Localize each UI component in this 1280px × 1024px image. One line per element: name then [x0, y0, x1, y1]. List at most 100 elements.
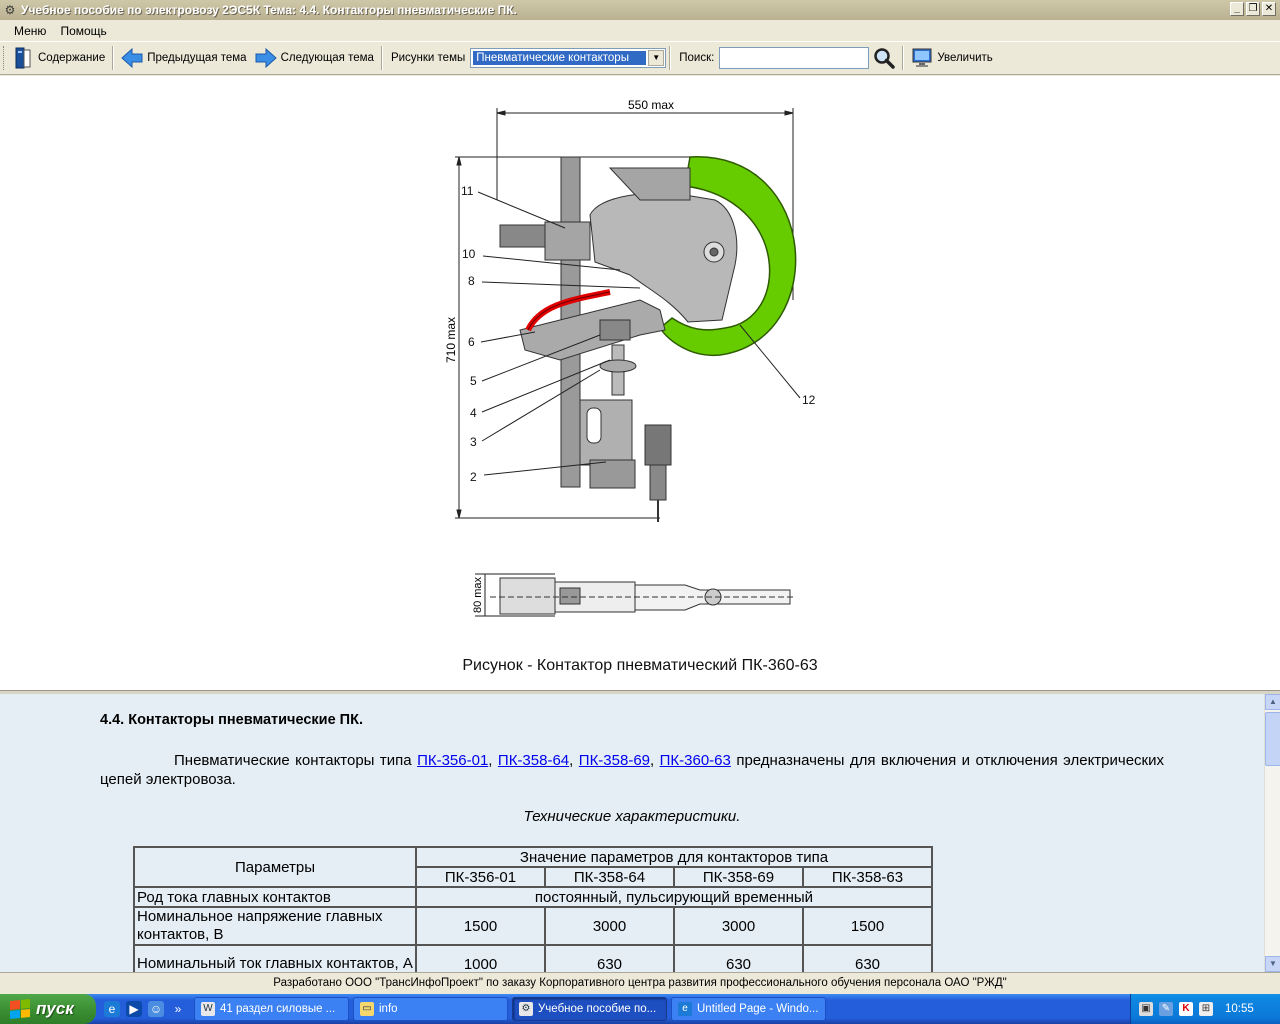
arrow-left-icon [121, 48, 143, 68]
search-button[interactable] [869, 45, 899, 71]
contactor-drawing: 550 max 710 max 11 10 8 6 5 4 3 2 12 80 … [444, 98, 816, 617]
section-title: 4.4. Контакторы пневматические ПК. [100, 712, 363, 728]
intro-paragraph: Пневматические контакторы типа ПК-356-01… [100, 752, 1165, 788]
menu-item-menu[interactable]: Меню [7, 24, 53, 38]
task-label: 41 раздел силовые ... [220, 1003, 336, 1015]
link-pk-356-01[interactable]: ПК-356-01 [417, 752, 488, 769]
window-title: Учебное пособие по электровозу 2ЭС5К Тем… [21, 3, 517, 17]
toolbar-separator [112, 46, 115, 70]
dim-width-label: 550 max [628, 98, 674, 112]
value-cell: 630 [673, 944, 804, 972]
table-row: Параметры Значение параметров для контак… [133, 846, 933, 888]
param-cell: Номинальный ток главных контактов, А [133, 944, 417, 972]
contents-button[interactable]: Содержание [10, 45, 109, 71]
task-browser[interactable]: e Untitled Page - Windo... [671, 997, 826, 1021]
figure-pane: 550 max 710 max 11 10 8 6 5 4 3 2 12 80 … [0, 76, 1280, 692]
next-topic-button[interactable]: Следующая тема [251, 45, 378, 71]
contents-label: Содержание [38, 52, 106, 64]
value-cell: постоянный, пульсирующий временный [415, 886, 933, 908]
text-pane: 4.4. Контакторы пневматические ПК. Пневм… [0, 694, 1280, 972]
task-word[interactable]: W 41 раздел силовые ... [194, 997, 349, 1021]
connection-icon[interactable]: ⊞ [1199, 1002, 1213, 1016]
value-cell: 3000 [673, 906, 804, 946]
chevron-down-icon[interactable]: ▼ [648, 50, 665, 66]
col-header: ПК-358-63 [802, 866, 933, 888]
callout-11: 11 [461, 184, 474, 198]
ie-icon: e [678, 1002, 692, 1016]
prev-topic-label: Предыдущая тема [147, 52, 247, 64]
col-header: ПК-356-01 [415, 866, 546, 888]
scroll-down-button[interactable]: ▼ [1265, 956, 1280, 972]
dim-height-label: 710 max [444, 317, 458, 363]
media-player-icon[interactable]: ▶ [126, 1001, 142, 1017]
zoom-label: Увеличить [937, 52, 993, 64]
folder-icon: ▭ [360, 1002, 374, 1016]
callout-10: 10 [462, 247, 476, 261]
menu-bar: Меню Помощь [0, 20, 1280, 41]
monitor-icon [912, 48, 932, 67]
param-cell: Род тока главных контактов [133, 886, 417, 908]
search-label: Поиск: [679, 52, 715, 64]
start-label: пуск [36, 999, 74, 1018]
toolbar-separator [380, 46, 383, 70]
taskbar: пуск e ▶ ☺ » W 41 раздел силовые ... ▭ i… [0, 994, 1280, 1024]
search-icon [874, 48, 896, 69]
link-pk-358-64[interactable]: ПК-358-64 [498, 752, 569, 769]
title-bar: ⚙ Учебное пособие по электровозу 2ЭС5К Т… [0, 0, 1280, 20]
task-textbook[interactable]: ⚙ Учебное пособие по... [512, 997, 667, 1021]
dim-depth-label: 80 max [472, 576, 484, 613]
task-folder[interactable]: ▭ info [353, 997, 508, 1021]
scroll-thumb[interactable] [1265, 712, 1280, 766]
plan-view [475, 573, 795, 617]
figures-selected-value: Пневматические контакторы [473, 51, 647, 65]
next-topic-label: Следующая тема [280, 52, 374, 64]
vertical-scrollbar[interactable]: ▲ ▼ [1264, 694, 1280, 972]
tech-specs-title: Технические характеристики. [523, 808, 741, 825]
callout-5: 5 [470, 374, 477, 388]
value-cell: 1500 [415, 906, 546, 946]
task-label: Учебное пособие по... [538, 1003, 657, 1015]
minimize-button[interactable]: _ [1230, 2, 1244, 16]
toolbar-grip[interactable] [3, 46, 6, 70]
callout-2: 2 [470, 470, 477, 484]
param-header: Параметры [133, 846, 417, 888]
toolbar: Содержание Предыдущая тема Следующая тем… [0, 41, 1280, 75]
maximize-button[interactable]: ❐ [1246, 2, 1260, 16]
arrow-right-icon [255, 48, 277, 68]
figures-select[interactable]: Пневматические контакторы ▼ [470, 48, 667, 68]
network-icon[interactable]: ▣ [1139, 1002, 1153, 1016]
table-row: Род тока главных контактов постоянный, п… [133, 886, 933, 908]
scroll-up-button[interactable]: ▲ [1265, 694, 1280, 710]
figures-label: Рисунки темы [390, 52, 466, 64]
start-button[interactable]: пуск [0, 994, 96, 1024]
callout-3: 3 [470, 435, 477, 449]
intro-text-before: Пневматические контакторы типа [174, 752, 418, 769]
link-pk-358-69[interactable]: ПК-358-69 [579, 752, 650, 769]
table-row: Номинальное напряжение главных контактов… [133, 906, 933, 946]
value-cell: 630 [544, 944, 675, 972]
word-icon: W [201, 1002, 215, 1016]
callout-4: 4 [470, 406, 477, 420]
book-icon [15, 47, 31, 69]
close-button[interactable]: ✕ [1262, 2, 1276, 16]
task-label: info [379, 1003, 398, 1015]
prev-topic-button[interactable]: Предыдущая тема [117, 45, 250, 71]
figure-caption: Рисунок - Контактор пневматический ПК-36… [462, 657, 818, 674]
system-tray: ▣ ✎ K ⊞ 10:55 [1130, 994, 1280, 1024]
value-cell: 1000 [415, 944, 546, 972]
antivirus-icon[interactable]: K [1179, 1002, 1193, 1016]
gear-icon: ⚙ [4, 3, 16, 17]
menu-item-help[interactable]: Помощь [53, 24, 113, 38]
expand-icon[interactable]: » [170, 1001, 186, 1017]
tool-icon[interactable]: ✎ [1159, 1002, 1173, 1016]
ie-icon[interactable]: e [104, 1001, 120, 1017]
zoom-button[interactable]: Увеличить [907, 45, 996, 71]
clock: 10:55 [1225, 1003, 1254, 1015]
link-pk-360-63[interactable]: ПК-360-63 [660, 752, 731, 769]
search-input[interactable] [719, 47, 870, 69]
callout-12: 12 [802, 393, 816, 407]
messenger-icon[interactable]: ☺ [148, 1001, 164, 1017]
value-header: Значение параметров для контакторов типа [415, 846, 933, 868]
task-label: Untitled Page - Windo... [697, 1003, 819, 1015]
gear-icon: ⚙ [519, 1002, 533, 1016]
